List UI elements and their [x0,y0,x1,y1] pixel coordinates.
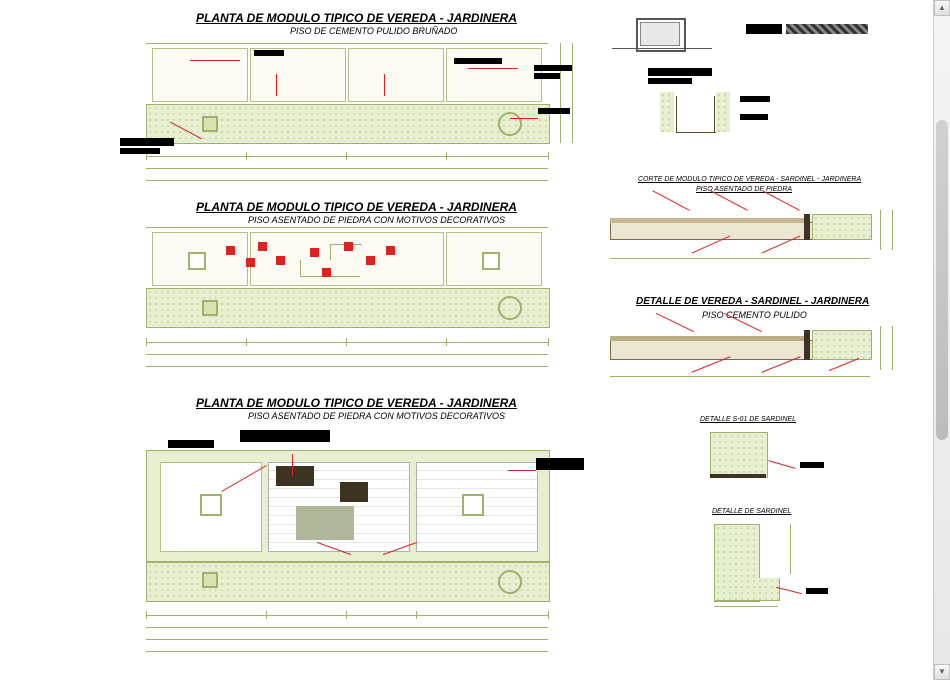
plan2-mark6 [322,268,331,277]
plan3-label-b [168,440,214,448]
plan2-dim3 [146,366,548,367]
plan3-dim4 [146,651,548,652]
plan2-grate1 [188,252,206,270]
plan1-title: PLANTA DE MODULO TIPICO DE VEREDA - JARD… [196,11,517,25]
plan1-tile2 [250,48,346,102]
plan1-dim-r [560,43,561,143]
plan1-lead4 [468,68,518,69]
plan1-tile4 [446,48,542,102]
plan1-label-c [534,65,572,71]
plan2-mark3 [258,242,267,251]
section1-title: CORTE DE MODULO TIPICO DE VEREDA - SARDI… [638,176,861,183]
section1-planter [812,214,872,240]
plan1-subtitle: PISO DE CEMENTO PULIDO BRUÑADO [290,26,457,36]
plan2-mark1 [226,246,235,255]
plan2-mark8 [366,256,375,265]
plan1-lead3 [384,74,385,96]
sardinel2-title: DETALLE DE SARDINEL [712,508,791,515]
plan2-dim1 [146,342,548,343]
scroll-down-button[interactable]: ▼ [934,664,950,680]
section2-title: DETALLE DE VEREDA - SARDINEL - JARDINERA [636,296,869,307]
plan1-lead1 [190,60,240,61]
plan2-grate2 [482,252,500,270]
section2-planter [812,330,872,360]
plan2-manhole [498,296,522,320]
plan3-lead3 [508,470,536,471]
plan2-mark2 [246,258,255,267]
plan1-top-border [146,43,548,44]
sardinel2-foot [714,578,780,601]
plan1-label-d [538,108,570,114]
plan1-manhole [498,112,522,136]
plan3-grate1 [200,494,222,516]
plan1-label-e [120,138,174,146]
plan2-top-border [146,227,548,228]
sardinel1-title: DETALLE S-01 DE SARDINEL [700,416,796,423]
plan1-label-a [254,50,284,56]
plan1-label-e2 [120,148,160,154]
plan2-subtitle: PISO ASENTADO DE PIEDRA CON MOTIVOS DECO… [248,215,505,225]
plan1-dim1 [146,156,548,157]
plan3-pgrate1 [202,572,218,588]
plan1-tile3 [348,48,444,102]
scroll-thumb[interactable] [936,120,948,440]
plan3-dim3 [146,639,548,640]
plan2-pgrate1 [202,300,218,316]
plan1-label-c2 [534,73,560,79]
plan3-label-c [536,458,584,470]
plan3-grate2 [462,494,484,516]
plan2-mark9 [386,246,395,255]
plan1-dim-r2 [572,43,573,143]
plan2-mark4 [276,256,285,265]
plan1-grate1 [202,116,218,132]
plan1-dim3 [146,180,548,181]
plan1-label-b [454,58,502,64]
plan2-dim2 [146,354,548,355]
plan3-dim2 [146,627,548,628]
plan1-lead2 [276,74,277,96]
plan2-title: PLANTA DE MODULO TIPICO DE VEREDA - JARD… [196,200,517,214]
plan3-subtitle: PISO ASENTADO DE PIEDRA CON MOTIVOS DECO… [248,411,505,421]
plan3-lead2 [292,454,293,476]
plan1-lead5 [510,118,538,119]
plan2-mark7 [344,242,353,251]
drawing-canvas: { "plans": [ {"title":"PLANTA DE MODULO … [0,0,950,680]
scroll-up-button[interactable]: ▲ [934,0,950,16]
plan3-title: PLANTA DE MODULO TIPICO DE VEREDA - JARD… [196,396,517,410]
plan1-dim2 [146,168,548,169]
section2-sub: PISO CEMENTO PULIDO [702,310,807,320]
sardinel1-body [710,432,768,478]
vertical-scrollbar[interactable]: ▲ ▼ [933,0,950,680]
plan2-mark5 [310,248,319,257]
plan3-manhole [498,570,522,594]
plan1-tile1 [152,48,248,102]
plan3-dim1 [146,615,548,616]
plan3-label-a [240,430,330,442]
